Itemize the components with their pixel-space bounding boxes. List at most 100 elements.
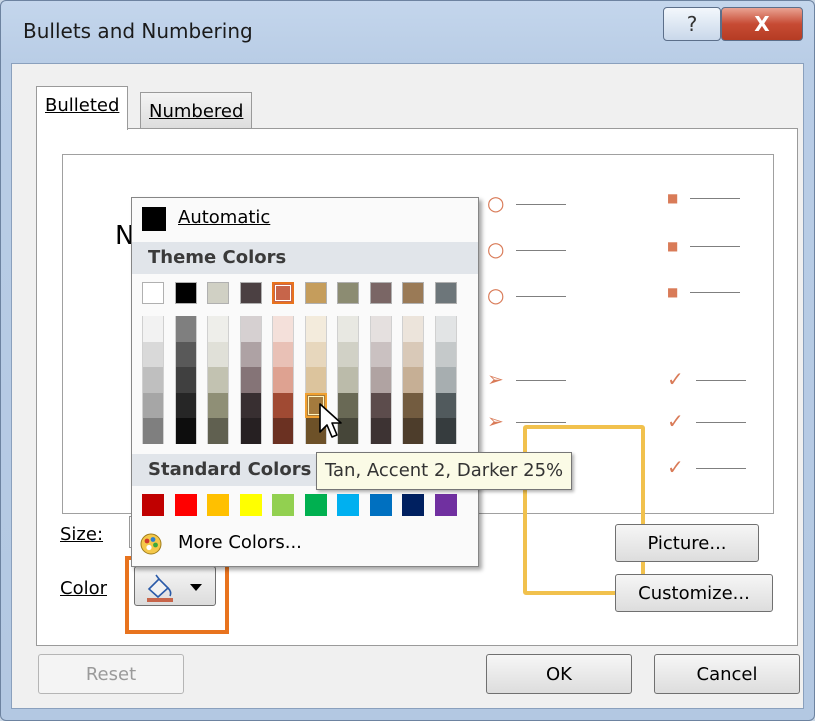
theme-color-swatch[interactable] (142, 367, 164, 393)
theme-color-swatch[interactable] (239, 341, 262, 367)
bullet-option-check[interactable]: ✓ (667, 455, 746, 479)
theme-color-swatch[interactable] (434, 341, 457, 367)
bullet-option-square[interactable]: ■ (667, 191, 741, 205)
bullet-option-circle[interactable]: ○ (487, 237, 567, 261)
theme-color-swatch[interactable] (337, 282, 359, 304)
standard-color-swatch[interactable] (402, 494, 424, 516)
bullet-option-check[interactable]: ✓ (667, 409, 746, 433)
theme-color-swatch[interactable] (174, 316, 197, 342)
theme-color-swatch[interactable] (434, 282, 457, 304)
customize-button[interactable]: Customize... (615, 574, 773, 612)
bullet-option-circle[interactable]: ○ (487, 283, 567, 307)
theme-color-swatch[interactable] (369, 316, 392, 342)
standard-color-swatch[interactable] (174, 494, 197, 516)
theme-color-swatch[interactable] (239, 418, 262, 444)
standard-color-swatch[interactable] (337, 494, 359, 516)
line-placeholder (695, 422, 746, 423)
theme-color-swatch[interactable] (402, 367, 424, 393)
reset-button[interactable]: Reset (38, 654, 184, 694)
help-button[interactable]: ? (663, 7, 721, 41)
theme-color-swatch[interactable] (239, 392, 262, 418)
theme-color-swatch[interactable] (402, 282, 424, 304)
theme-color-swatch[interactable] (207, 316, 229, 342)
theme-color-swatch[interactable] (174, 341, 197, 367)
theme-color-swatch[interactable] (369, 367, 392, 393)
line-placeholder (516, 296, 567, 297)
theme-color-swatch[interactable] (402, 418, 424, 444)
bullet-option-arrow[interactable]: ➢ (487, 409, 566, 433)
theme-color-swatch[interactable] (369, 282, 392, 304)
theme-color-swatch[interactable] (272, 367, 294, 393)
theme-color-swatch[interactable] (434, 316, 457, 342)
theme-color-swatch[interactable] (142, 282, 164, 304)
standard-color-swatch[interactable] (142, 494, 164, 516)
bullet-option-square[interactable]: ■ (667, 285, 741, 299)
theme-color-swatch[interactable] (434, 418, 457, 444)
theme-color-swatch[interactable] (174, 367, 197, 393)
theme-color-swatch[interactable] (142, 418, 164, 444)
theme-color-swatch[interactable] (174, 392, 197, 418)
theme-color-swatch[interactable] (142, 341, 164, 367)
bullet-option-check[interactable]: ✓ (667, 367, 746, 391)
selected-bullet-style-frame[interactable] (523, 425, 645, 595)
tab-numbered[interactable]: Numbered (140, 92, 253, 130)
theme-color-swatch[interactable] (272, 316, 294, 342)
theme-color-swatch[interactable] (402, 392, 424, 418)
theme-color-swatch[interactable] (304, 341, 327, 367)
standard-color-swatch[interactable] (434, 494, 457, 516)
theme-color-swatch[interactable] (304, 282, 327, 304)
cancel-button[interactable]: Cancel (654, 654, 800, 694)
close-button[interactable]: X (721, 7, 803, 41)
theme-color-swatch[interactable] (239, 367, 262, 393)
bullet-option-circle[interactable]: ○ (487, 191, 567, 215)
theme-color-swatch[interactable] (142, 316, 164, 342)
theme-color-swatch[interactable] (304, 316, 327, 342)
theme-color-swatch[interactable] (337, 316, 359, 342)
standard-color-swatch[interactable] (369, 494, 392, 516)
theme-color-swatch[interactable] (272, 341, 294, 367)
theme-color-swatch[interactable] (272, 282, 294, 304)
color-picker-button[interactable] (134, 566, 216, 606)
theme-color-swatch[interactable] (207, 367, 229, 393)
theme-color-swatch[interactable] (434, 367, 457, 393)
theme-color-swatch[interactable] (207, 418, 229, 444)
theme-color-swatch[interactable] (272, 392, 294, 418)
standard-color-swatch[interactable] (207, 494, 229, 516)
square-bullet-icon: ■ (667, 191, 679, 205)
theme-color-swatch[interactable] (369, 418, 392, 444)
more-colors-item[interactable]: More Colors... (132, 526, 478, 562)
size-label-text: Size: (60, 524, 104, 545)
bullet-option-arrow[interactable]: ➢ (487, 367, 566, 391)
theme-color-swatch[interactable] (207, 282, 229, 304)
theme-color-swatch[interactable] (337, 341, 359, 367)
theme-color-swatch[interactable] (369, 341, 392, 367)
automatic-color-label: Automatic (178, 207, 270, 228)
theme-color-swatch[interactable] (369, 392, 392, 418)
theme-color-swatch[interactable] (207, 341, 229, 367)
line-placeholder (515, 380, 566, 381)
circle-bullet-icon: ○ (487, 191, 505, 215)
theme-color-swatch[interactable] (434, 392, 457, 418)
standard-color-swatch[interactable] (272, 494, 294, 516)
theme-color-swatch[interactable] (174, 418, 197, 444)
theme-color-swatch[interactable] (239, 282, 262, 304)
theme-color-swatch[interactable] (174, 282, 197, 304)
ok-button[interactable]: OK (486, 654, 632, 694)
theme-color-swatch[interactable] (142, 392, 164, 418)
theme-color-swatch[interactable] (402, 316, 424, 342)
theme-color-swatch[interactable] (207, 392, 229, 418)
bullet-option-square[interactable]: ■ (667, 239, 741, 253)
theme-color-swatch[interactable] (239, 316, 262, 342)
line-placeholder (515, 422, 566, 423)
square-bullet-icon: ■ (667, 239, 679, 253)
picture-button[interactable]: Picture... (615, 524, 759, 562)
theme-color-swatch[interactable] (304, 367, 327, 393)
standard-color-swatch[interactable] (239, 494, 262, 516)
theme-color-swatch[interactable] (337, 367, 359, 393)
tab-bulleted[interactable]: Bulleted (36, 86, 129, 130)
theme-color-swatch[interactable] (402, 341, 424, 367)
standard-color-swatch[interactable] (304, 494, 327, 516)
arrow-bullet-icon: ➢ (487, 367, 504, 391)
theme-color-swatch[interactable] (272, 418, 294, 444)
automatic-color-item[interactable]: Automatic (132, 198, 478, 238)
